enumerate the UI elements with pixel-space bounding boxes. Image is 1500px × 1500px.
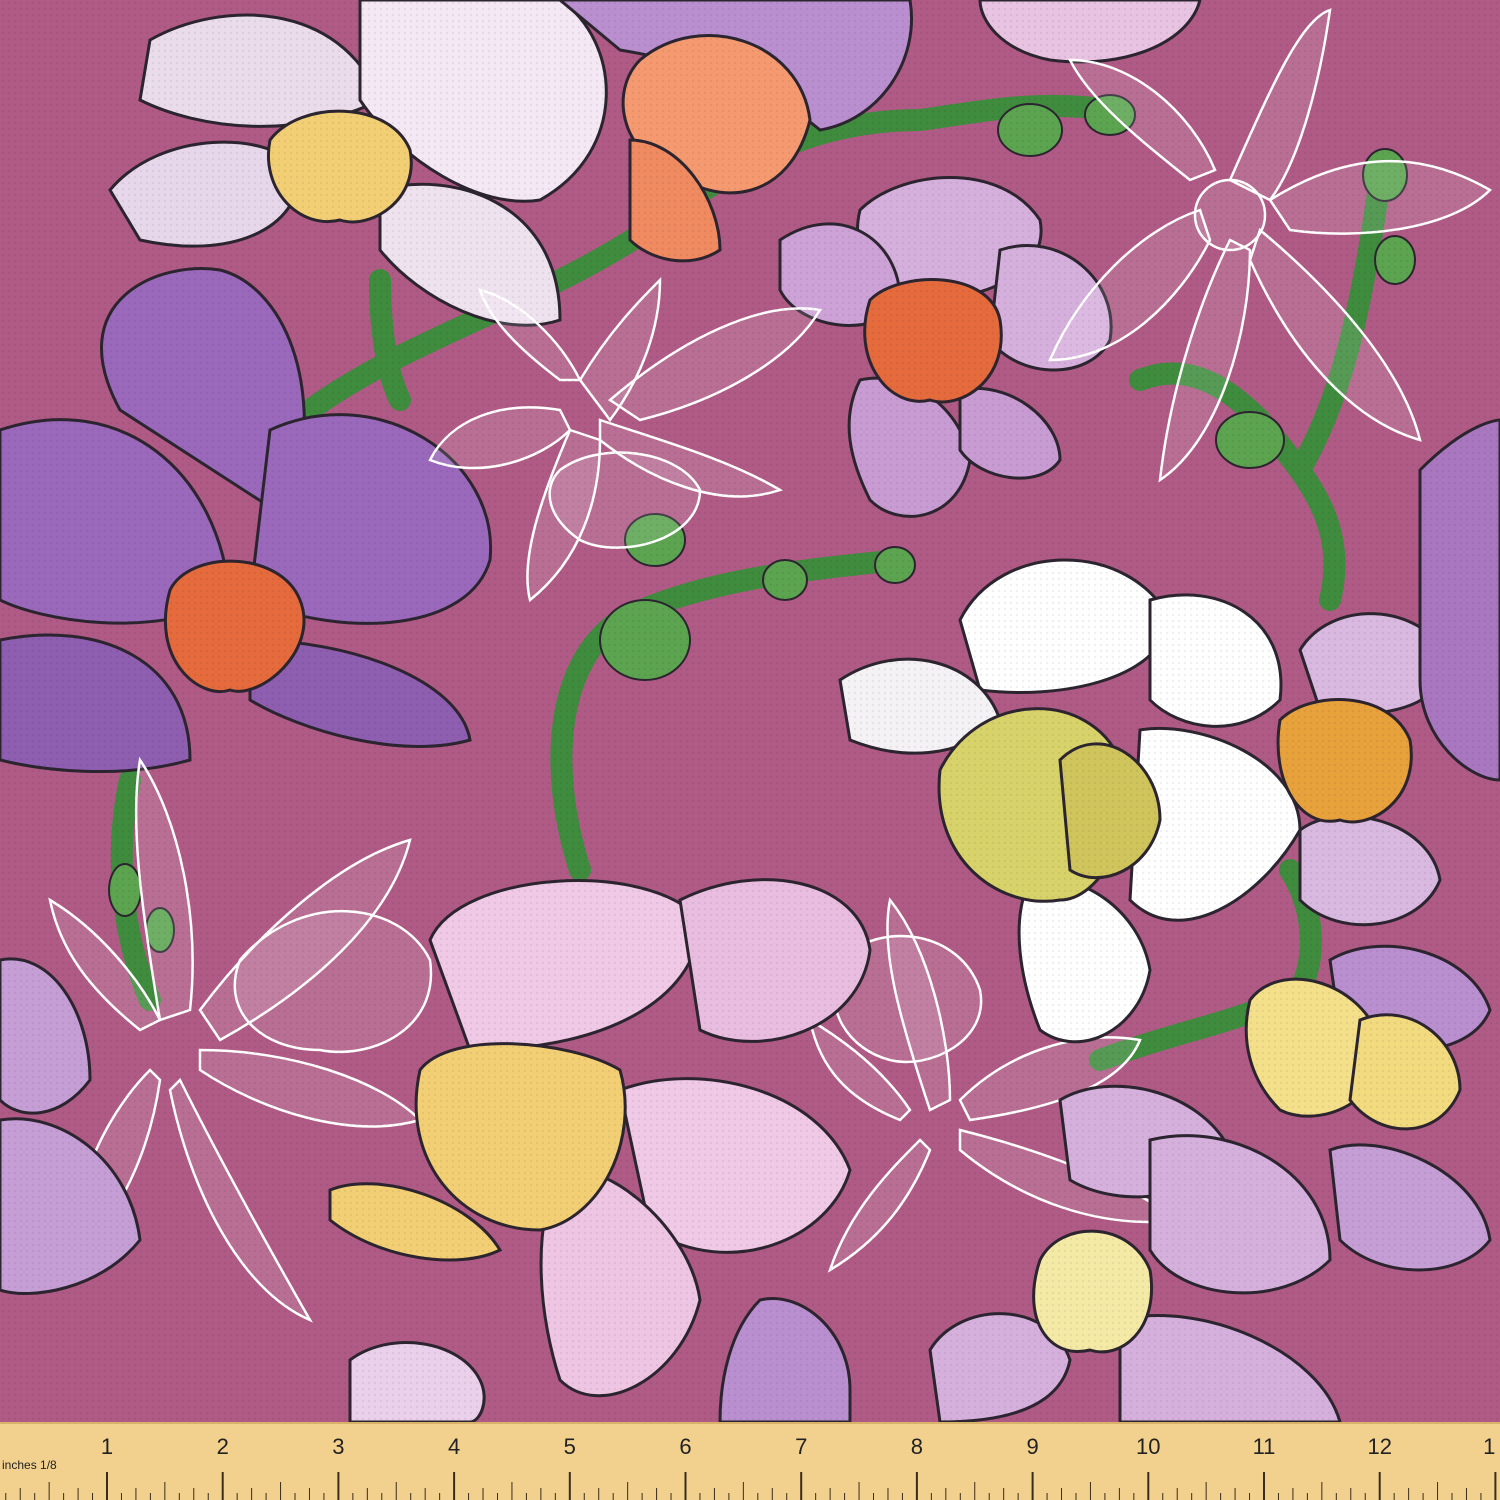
fabric-swatch-image: 1 2 3 4 5 6 7 8 9 10 11 12 1 inches 1/8 xyxy=(0,0,1500,1500)
ruler-number: 11 xyxy=(1253,1434,1276,1459)
ruler-number: 3 xyxy=(332,1434,344,1459)
ruler-number: 8 xyxy=(911,1434,923,1459)
ruler-number: 1 xyxy=(1483,1434,1495,1459)
ruler-unit-label: inches 1/8 xyxy=(2,1458,57,1472)
ruler-number: 4 xyxy=(448,1434,460,1459)
floral-fabric-pattern xyxy=(0,0,1500,1422)
ruler-number: 7 xyxy=(795,1434,807,1459)
ruler-number: 9 xyxy=(1026,1434,1038,1459)
ruler-number: 5 xyxy=(564,1434,576,1459)
ruler-ticks: 1 2 3 4 5 6 7 8 9 10 11 12 1 xyxy=(5,1434,1497,1500)
ruler-number: 6 xyxy=(679,1434,691,1459)
fabric-weave-texture xyxy=(0,0,1500,1422)
measuring-ruler: 1 2 3 4 5 6 7 8 9 10 11 12 1 inches 1/8 xyxy=(0,1422,1500,1500)
ruler-number: 12 xyxy=(1367,1434,1391,1459)
ruler-number: 2 xyxy=(217,1434,229,1459)
ruler-number: 1 xyxy=(101,1434,113,1459)
ruler-number: 10 xyxy=(1136,1434,1160,1459)
